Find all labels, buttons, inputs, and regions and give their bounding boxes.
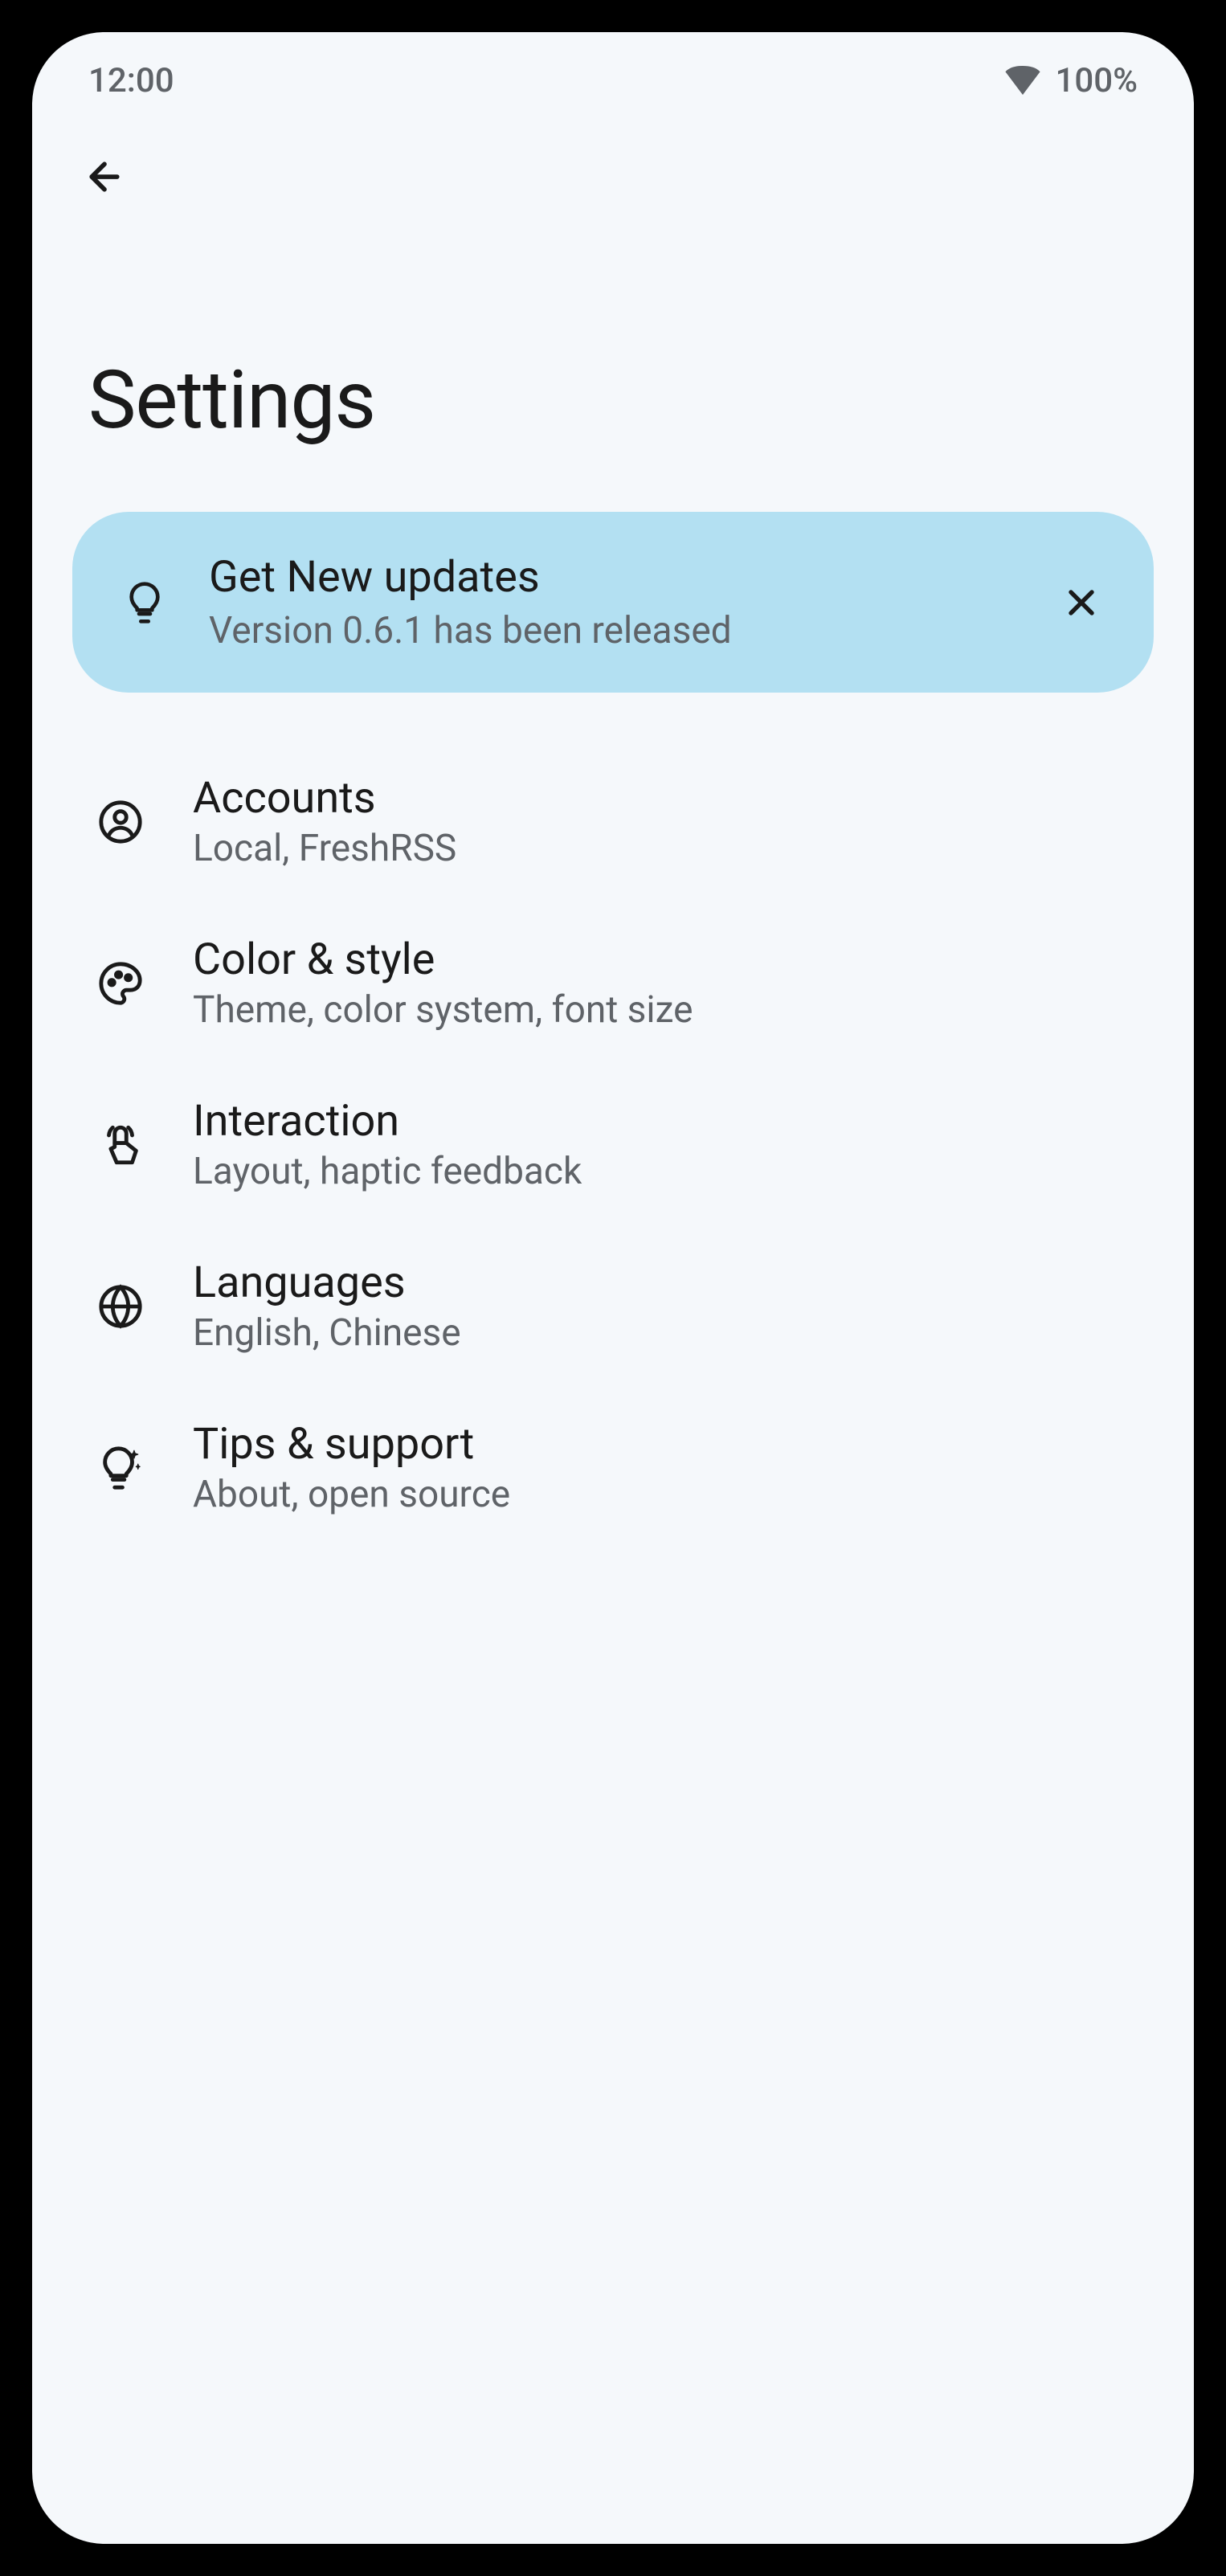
settings-item-interaction[interactable]: Interaction Layout, haptic feedback bbox=[72, 1064, 1154, 1225]
banner-subtitle: Version 0.6.1 has been released bbox=[209, 609, 1017, 652]
item-content: Tips & support About, open source bbox=[193, 1419, 1130, 1516]
settings-item-color-style[interactable]: Color & style Theme, color system, font … bbox=[72, 902, 1154, 1064]
item-title: Tips & support bbox=[193, 1419, 1130, 1470]
banner-content: Get New updates Version 0.6.1 has been r… bbox=[209, 552, 1017, 652]
device-screen: 12:00 100% Settings bbox=[32, 32, 1194, 2544]
item-subtitle: About, open source bbox=[193, 1473, 1130, 1516]
settings-item-languages[interactable]: Languages English, Chinese bbox=[72, 1225, 1154, 1387]
back-button[interactable] bbox=[80, 153, 129, 201]
wifi-icon bbox=[1005, 66, 1040, 95]
item-subtitle: Layout, haptic feedback bbox=[193, 1150, 1130, 1193]
touch-icon bbox=[96, 1121, 145, 1169]
item-subtitle: English, Chinese bbox=[193, 1311, 1130, 1355]
account-icon bbox=[96, 798, 145, 846]
item-content: Interaction Layout, haptic feedback bbox=[193, 1096, 1130, 1193]
item-subtitle: Local, FreshRSS bbox=[193, 827, 1130, 870]
item-content: Accounts Local, FreshRSS bbox=[193, 773, 1130, 870]
page-title: Settings bbox=[32, 233, 1194, 512]
settings-list: Accounts Local, FreshRSS Color & style bbox=[32, 741, 1194, 1548]
lightbulb-sparkle-icon bbox=[96, 1444, 145, 1492]
status-bar: 12:00 100% bbox=[32, 32, 1194, 112]
item-content: Color & style Theme, color system, font … bbox=[193, 934, 1130, 1032]
settings-item-accounts[interactable]: Accounts Local, FreshRSS bbox=[72, 741, 1154, 902]
item-title: Color & style bbox=[193, 934, 1130, 985]
item-title: Accounts bbox=[193, 773, 1130, 824]
update-banner[interactable]: Get New updates Version 0.6.1 has been r… bbox=[72, 512, 1154, 693]
globe-icon bbox=[96, 1282, 145, 1331]
banner-title: Get New updates bbox=[209, 552, 1017, 603]
status-time: 12:00 bbox=[88, 61, 174, 100]
nav-bar bbox=[32, 112, 1194, 233]
device-frame: 12:00 100% Settings bbox=[16, 16, 1210, 2560]
palette-icon bbox=[96, 959, 145, 1008]
lightbulb-icon bbox=[121, 579, 169, 627]
item-content: Languages English, Chinese bbox=[193, 1257, 1130, 1355]
close-button[interactable] bbox=[1057, 579, 1105, 627]
item-title: Languages bbox=[193, 1257, 1130, 1308]
settings-item-tips-support[interactable]: Tips & support About, open source bbox=[72, 1387, 1154, 1548]
item-subtitle: Theme, color system, font size bbox=[193, 988, 1130, 1032]
status-right: 100% bbox=[1005, 61, 1138, 100]
item-title: Interaction bbox=[193, 1096, 1130, 1147]
battery-percentage: 100% bbox=[1055, 61, 1138, 100]
